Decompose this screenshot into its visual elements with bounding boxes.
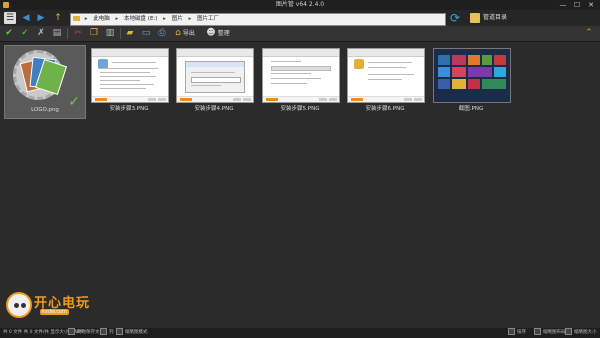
menu-icon[interactable]: ☰ xyxy=(4,12,16,24)
sort-button[interactable]: 排序 xyxy=(508,328,526,338)
collapse-chevron-icon[interactable]: ⌃ xyxy=(583,27,595,40)
thumbnail-mode-option[interactable]: 缩略图模式 xyxy=(116,328,148,338)
print-icon[interactable]: ⎙ xyxy=(156,27,168,40)
new-folder-icon[interactable]: ▰ xyxy=(124,27,136,40)
folder-manager-icon xyxy=(470,12,480,23)
check-icon[interactable]: ✓ xyxy=(19,27,31,40)
thumbnail-step5[interactable]: 安装步骤5.PNG xyxy=(261,47,340,113)
sort-icon xyxy=(508,328,515,335)
toolbar-divider xyxy=(120,28,121,39)
address-bar[interactable]: ▸ 此电脑 ▸ 本地磁盘 (E:) ▸ 图片 ▸ 图片工厂 xyxy=(70,13,446,26)
title-bar: 图片管 v64 2.4.0 — ☐ ✕ xyxy=(0,0,600,10)
thumbnail-caption: 安装步骤6.PNG xyxy=(365,106,405,112)
breadcrumb-item[interactable]: 图片 xyxy=(172,16,183,22)
thumbnail-caption: 截图.PNG xyxy=(458,106,484,112)
toolbar-divider xyxy=(67,28,68,39)
organize-button[interactable]: ☻ 整理 xyxy=(204,27,232,40)
export-button[interactable]: ⌂ 导出 xyxy=(172,27,198,40)
thumbnail-screenshot[interactable]: 截图.PNG xyxy=(432,47,511,113)
back-button[interactable]: ◀ xyxy=(20,12,32,24)
size-icon xyxy=(565,328,572,335)
save-files-option[interactable]: 同时保存文件 xyxy=(68,328,104,338)
thumbnail-caption: 安装步骤5.PNG xyxy=(280,106,320,112)
watermark-url: kxdw.com xyxy=(40,309,69,315)
breadcrumb-item[interactable]: 图片工厂 xyxy=(197,16,219,22)
manage-directory-button[interactable]: 管道目录 xyxy=(470,12,507,24)
window-title: 图片管 v64 2.4.0 xyxy=(275,1,325,8)
parent-folder-button[interactable]: ↑ xyxy=(52,12,64,24)
checkbox[interactable] xyxy=(116,328,123,335)
checkbox[interactable] xyxy=(100,328,107,335)
thumbnail-image xyxy=(176,48,254,103)
cut-icon[interactable]: ✂ xyxy=(72,27,84,40)
paste-icon[interactable]: ▥ xyxy=(104,27,116,40)
layout-button[interactable]: 缩略图布局 xyxy=(534,328,566,338)
status-bar: 共 0 文件 共 0 文件/共 显示大小 (SNIM) 同时保存文件 列 缩略图… xyxy=(0,328,600,338)
thumbnail-image xyxy=(91,48,169,103)
thumbnail-logo[interactable]: ✓ LOGO.png xyxy=(4,45,86,119)
thumbnail-step3[interactable]: 安装步骤3.PNG xyxy=(90,47,169,113)
column-option[interactable]: 列 xyxy=(100,328,114,338)
thumbnail-caption: 安装步骤4.PNG xyxy=(194,106,234,112)
checkbox[interactable] xyxy=(68,328,75,335)
view-icon[interactable]: ▭ xyxy=(140,27,152,40)
thumbnail-grid: ✓ LOGO.png 安装步骤3.PNG 安装步骤4.PNG 安装步骤5.PNG… xyxy=(0,42,600,282)
breadcrumb-item[interactable]: 本地磁盘 (E:) xyxy=(124,16,157,22)
close-button[interactable]: ✕ xyxy=(584,0,598,10)
trash-icon[interactable]: ▤ xyxy=(51,27,63,40)
thumbnail-image xyxy=(347,48,425,103)
thumbnail-caption: LOGO.png xyxy=(31,107,59,113)
thumbnail-step6[interactable]: 安装步骤6.PNG xyxy=(346,47,425,113)
navigation-bar: ☰ ◀ ▶ ↑ ▸ 此电脑 ▸ 本地磁盘 (E:) ▸ 图片 ▸ 图片工厂 ⟳ … xyxy=(0,10,600,26)
minimize-button[interactable]: — xyxy=(556,0,570,10)
mascot-icon xyxy=(6,292,32,318)
thumbnail-image xyxy=(262,48,340,103)
thumbnail-step4[interactable]: 安装步骤4.PNG xyxy=(175,47,254,113)
size-button[interactable]: 缩略图大小 xyxy=(565,328,597,338)
toolbar: ✔ ✓ ✗ ▤ ✂ ❐ ▥ ▰ ▭ ⎙ ⌂ 导出 ☻ 整理 ⌃ xyxy=(0,26,600,42)
maximize-button[interactable]: ☐ xyxy=(570,0,584,10)
check-all-icon[interactable]: ✔ xyxy=(3,27,15,40)
breadcrumb-item[interactable]: 此电脑 xyxy=(93,16,110,22)
watermark-logo: 开心电玩 kxdw.com xyxy=(6,292,106,322)
thumbnail-image xyxy=(433,48,511,103)
folder-icon xyxy=(73,16,80,21)
tools-icon[interactable]: ✗ xyxy=(35,27,47,40)
copy-icon[interactable]: ❐ xyxy=(88,27,100,40)
installer-icon xyxy=(354,59,364,69)
layout-icon xyxy=(534,328,541,335)
thumbnail-caption: 安装步骤3.PNG xyxy=(109,106,149,112)
forward-button[interactable]: ▶ xyxy=(35,12,47,24)
refresh-icon[interactable]: ⟳ xyxy=(448,11,462,25)
